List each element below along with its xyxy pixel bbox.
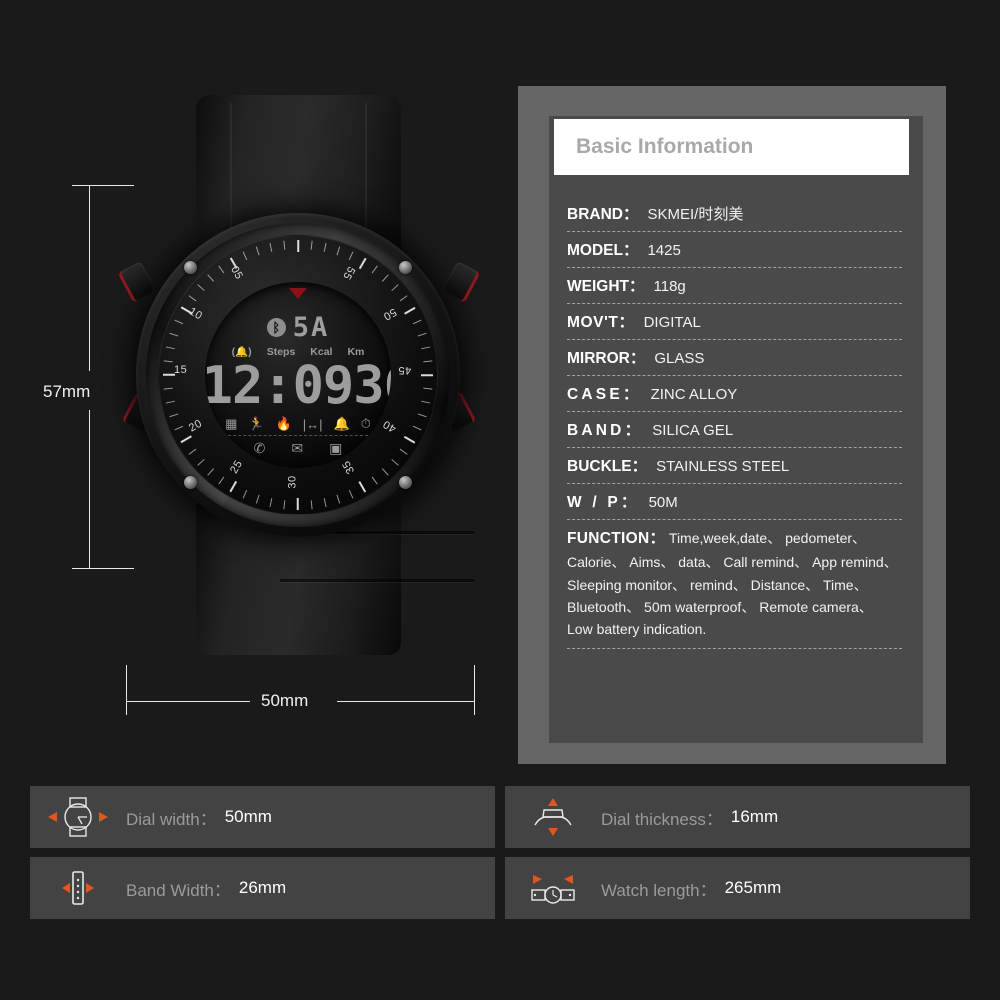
bell-icon: 🔔 [333, 416, 350, 431]
band-width-icon [30, 867, 126, 909]
lcd-display: ᛒ 5A (🔔) Steps Kcal Km PM 1 [205, 312, 391, 457]
card-dial-width-value: 50mm [224, 807, 272, 826]
spec-row-key: CASE： [567, 386, 642, 403]
watch-length-icon [505, 867, 601, 909]
card-watch-length-value: 265mm [724, 878, 782, 897]
watch-product-image: LIGHT RESET 5550454035302520151005 [117, 95, 481, 655]
spec-row-value: 118g [653, 278, 686, 295]
dim-width-label: 50mm [261, 691, 309, 710]
dial-width-icon [30, 796, 126, 838]
spec-row-key: W / P： [567, 494, 640, 511]
spec-row: CASE： ZINC ALLOY [567, 376, 902, 412]
card-band-width-value: 26mm [238, 878, 287, 897]
card-dial-thickness: Dial thickness： 16mm [505, 786, 970, 848]
watch-dial: ᛒ 5A (🔔) Steps Kcal Km PM 1 [205, 282, 391, 468]
watch-photo-area: 57mm 50mm LIGHT [0, 0, 510, 770]
spec-row-key: BUCKLE： [567, 458, 648, 475]
card-band-width: Band Width： 26mm [30, 857, 495, 919]
spec-row: BRAND： SKMEI/时刻美 [567, 196, 902, 232]
dial-12oclock-marker [289, 288, 307, 299]
spec-row: BUCKLE： STAINLESS STEEL [567, 448, 902, 484]
dim-horizontal-tick-right [474, 665, 475, 715]
spec-row: WEIGHT： 118g [567, 268, 902, 304]
card-dial-width-label: Dial width： [126, 809, 217, 829]
spec-row: W / P： 50M [567, 484, 902, 520]
bezel-numeral: 30 [286, 475, 299, 489]
distance-icon: |↔| [302, 416, 323, 432]
bluetooth-icon: ᛒ [266, 317, 286, 337]
dial-thickness-icon [505, 796, 601, 838]
spec-row-value: SILICA GEL [652, 422, 734, 439]
spec-row: MIRROR： GLASS [567, 340, 902, 376]
bezel-numeral: 10 [186, 305, 205, 323]
lcd-top-value: 5A [292, 311, 330, 343]
spec-row-key: MIRROR： [567, 350, 646, 367]
spec-row-function: FUNCTION： Time,week,date、 pedometer、 Cal… [567, 520, 902, 649]
dial-icon-row-primary: ▦ 🏃 🔥 |↔| 🔔 ⏱ [205, 416, 391, 432]
card-watch-length: Watch length： 265mm [505, 857, 970, 919]
spec-function-key: FUNCTION： [567, 530, 666, 547]
spec-row-key: WEIGHT： [567, 278, 645, 295]
spec-row-value: SKMEI/时刻美 [647, 206, 744, 223]
spec-row-value: 1425 [647, 242, 681, 259]
case-screw-tr [399, 261, 412, 274]
bezel-numeral: 20 [186, 417, 205, 435]
spec-row-key: MOV'T： [567, 314, 635, 331]
spec-panel-header: Basic Information [554, 119, 909, 175]
bezel-numeral: 25 [228, 458, 246, 476]
spec-panel-title: Basic Information [576, 135, 754, 158]
calendar-icon: ▦ [225, 416, 238, 431]
card-watch-length-label: Watch length： [601, 880, 717, 900]
card-dial-width: Dial width： 50mm [30, 786, 495, 848]
card-dial-thickness-label: Dial thickness： [601, 809, 723, 829]
watch-case: 55 50 45 40 35 30 25 20 15 10 05 ᛒ 5A (🔔) Steps [136, 213, 460, 537]
spec-row: BAND： SILICA GEL [567, 412, 902, 448]
stopwatch-icon: ⏱ [360, 416, 371, 431]
card-band-width-label: Band Width： [126, 880, 231, 900]
dial-divider [223, 435, 373, 436]
dim-vertical-line-lower [89, 410, 90, 568]
pusher-right-upper [441, 260, 481, 304]
dim-horizontal-line-left [127, 701, 250, 702]
spec-row-key: BRAND： [567, 206, 639, 223]
dial-icon-row-secondary: ✆ ✉ ▣ [205, 440, 391, 457]
case-screw-tl [184, 261, 197, 274]
dim-horizontal-tick-left [126, 665, 127, 715]
spec-row: MOV'T： DIGITAL [567, 304, 902, 340]
spec-row-list: BRAND： SKMEI/时刻美 MODEL： 1425 WEIGHT： 118g MOV'… [567, 196, 902, 649]
bezel-numeral: 55 [340, 264, 358, 282]
spec-row-value: ZINC ALLOY [650, 386, 738, 403]
spec-row-value: GLASS [654, 350, 705, 367]
bezel-numeral: 15 [174, 364, 188, 376]
spec-row-value: DIGITAL [643, 314, 701, 331]
dim-vertical-line-upper [89, 186, 90, 371]
watch-bezel: 55 50 45 40 35 30 25 20 15 10 05 ᛒ 5A (🔔) Steps [158, 235, 438, 515]
dim-horizontal-line-right [337, 701, 474, 702]
spec-function-text: FUNCTION： Time,week,date、 pedometer、 Cal… [567, 530, 898, 637]
bezel-numeral: 45 [398, 364, 412, 376]
camera-icon: ▣ [329, 440, 343, 456]
spec-row-key: MODEL： [567, 242, 639, 259]
spec-row: MODEL： 1425 [567, 232, 902, 268]
case-screw-br [399, 476, 412, 489]
phone-icon: ✆ [253, 440, 266, 456]
spec-panel: Basic Information BRAND： SKMEI/时刻美 MODEL： 1… [518, 86, 946, 764]
bezel-numeral: 35 [340, 458, 358, 476]
bezel-numeral: 05 [228, 264, 246, 282]
lcd-time: 12:0936 [205, 356, 391, 416]
product-spec-page: 57mm 50mm LIGHT [0, 0, 1000, 1000]
spec-row-value: 50M [648, 494, 678, 511]
card-dial-thickness-value: 16mm [730, 807, 779, 826]
spec-row-value: STAINLESS STEEL [656, 458, 790, 475]
case-screw-bl [184, 476, 197, 489]
flame-icon: 🔥 [275, 416, 292, 431]
envelope-icon: ✉ [291, 440, 304, 456]
spec-row-key: BAND： [567, 422, 644, 439]
pusher-light [117, 260, 157, 304]
running-icon: 🏃 [248, 416, 265, 431]
dim-height-label: 57mm [43, 382, 91, 401]
